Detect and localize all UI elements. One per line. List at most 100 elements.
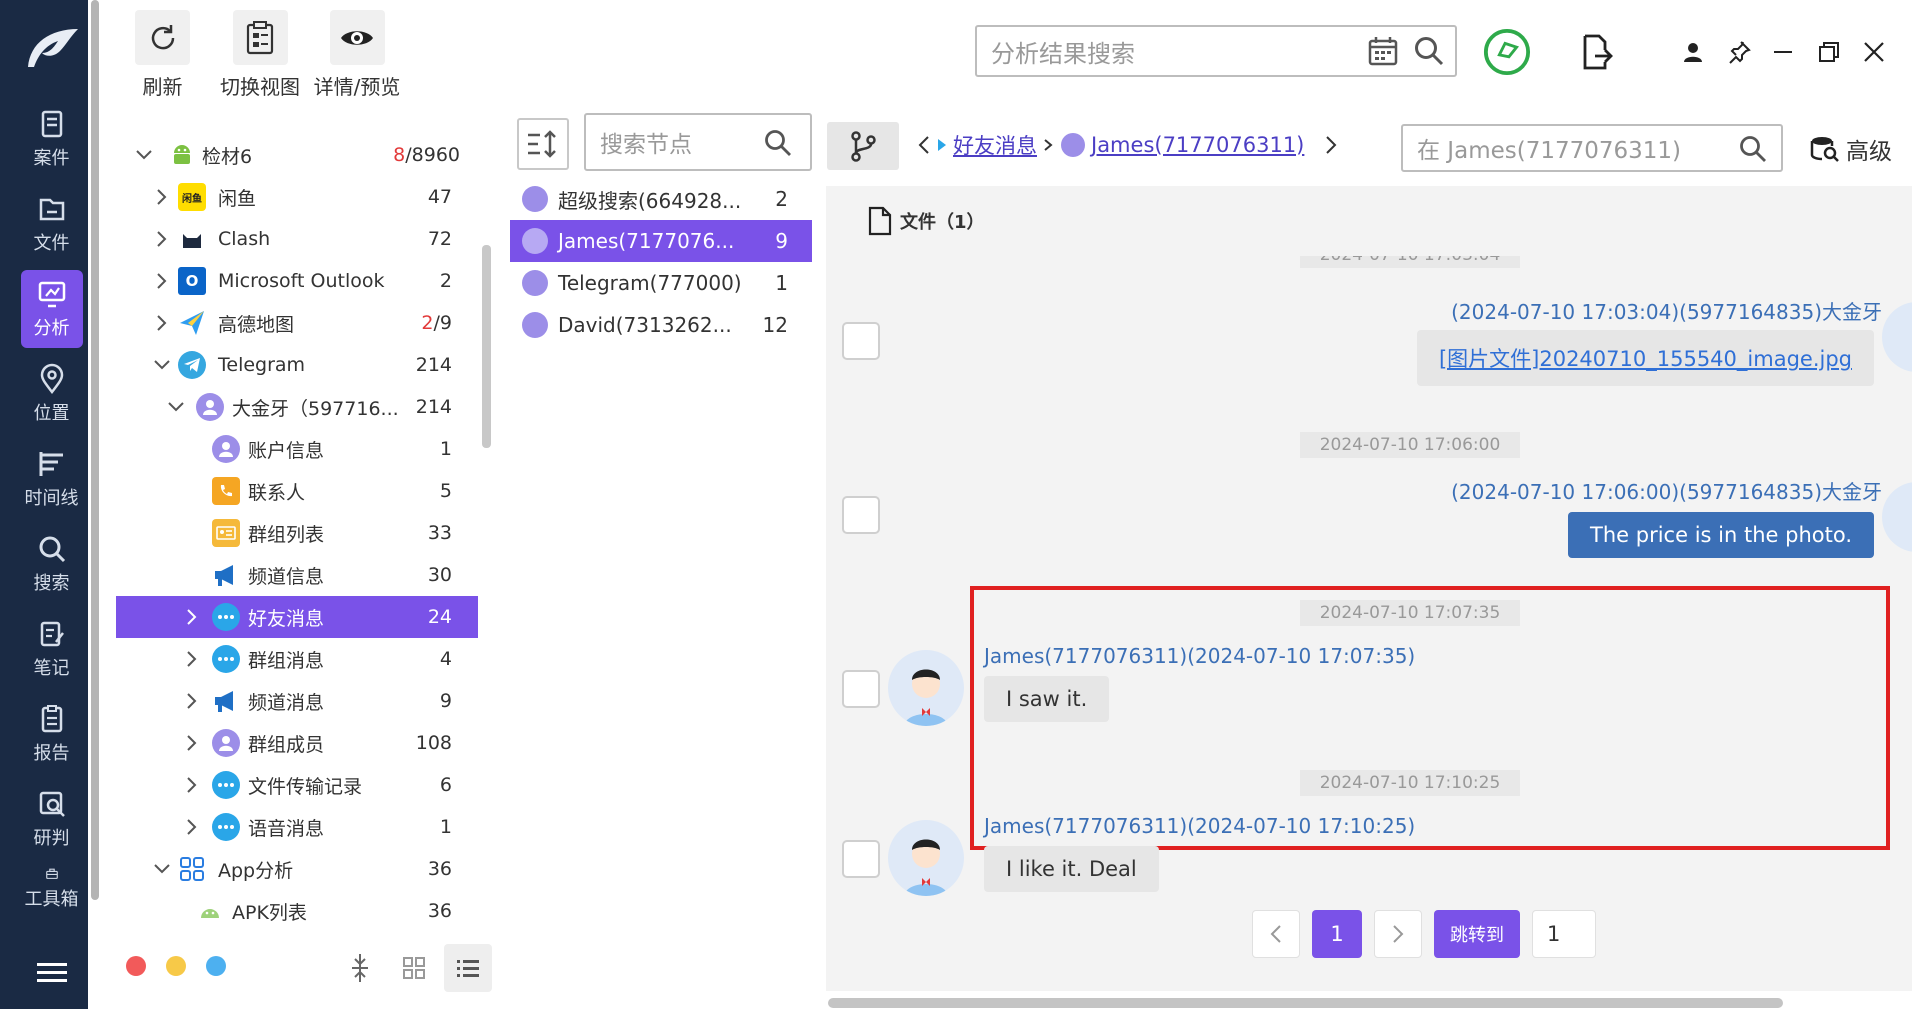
minimize-button[interactable] (1759, 28, 1807, 76)
red-filter-dot[interactable] (126, 956, 146, 976)
tree-row-account-info[interactable]: 账户信息 1 (116, 428, 478, 470)
user-button[interactable] (1669, 28, 1717, 76)
advanced-label: 高级 (1846, 139, 1892, 165)
node-item[interactable]: 超级搜索(664928... 2 (510, 178, 812, 220)
message-checkbox[interactable] (842, 322, 880, 360)
chevron-down-icon[interactable] (152, 859, 172, 879)
chat-bubble-icon (212, 645, 240, 673)
close-button[interactable] (1850, 28, 1898, 76)
chevron-down-icon[interactable] (134, 145, 154, 165)
switch-view-button[interactable]: 切换视图 (215, 10, 305, 100)
tree-row-clash[interactable]: Clash 72 (116, 218, 478, 260)
chevron-right-icon[interactable] (182, 649, 202, 669)
blue-filter-dot[interactable] (206, 956, 226, 976)
jump-page-input[interactable]: 1 (1532, 910, 1596, 958)
tree-row-apk-list[interactable]: APK列表 36 (116, 890, 478, 930)
message-checkbox[interactable] (842, 496, 880, 534)
tree-row-channel-info[interactable]: 频道信息 30 (116, 554, 478, 596)
export-button[interactable] (1573, 28, 1621, 76)
tree-row-amap[interactable]: 高德地图 2/9 (116, 302, 478, 344)
tree-row-contacts[interactable]: 联系人 5 (116, 470, 478, 512)
node-item[interactable]: Telegram(777000) 1 (510, 262, 812, 304)
chat-search-placeholder: 在 James(7177076311) (1417, 138, 1682, 164)
node-item-selected[interactable]: James(7177076... 9 (510, 220, 812, 262)
tree-row-root[interactable]: 检材6 8/8960 (116, 134, 478, 176)
node-search-input[interactable]: 搜索节点 (584, 113, 812, 171)
message-list: 2024-07-10 17:03:04 (2024-07-10 17:03:04… (826, 256, 1912, 991)
node-label: 超级搜索(664928... (558, 188, 742, 213)
search-icon[interactable] (1413, 35, 1445, 67)
clipboard-icon (246, 20, 274, 54)
tree-count: 214 (415, 354, 452, 376)
jump-to-button[interactable]: 跳转到 (1434, 910, 1520, 958)
pagination: 1 跳转到 1 (826, 906, 1912, 966)
chevron-right-icon[interactable] (1324, 135, 1338, 155)
pin-button[interactable] (1715, 28, 1763, 76)
user-avatar-icon (212, 435, 240, 463)
chevron-right-icon[interactable] (152, 313, 172, 333)
calendar-icon[interactable] (1367, 35, 1399, 67)
tree-row-friend-messages[interactable]: 好友消息 24 (116, 596, 478, 638)
advanced-search-button[interactable]: 高级 (1810, 132, 1892, 166)
tree-row-voice-messages[interactable]: 语音消息 1 (116, 806, 478, 848)
tree-row-xianyu[interactable]: 闲鱼 闲鱼 47 (116, 176, 478, 218)
node-item[interactable]: David(7313262... 12 (510, 304, 812, 346)
nav-label: 分析 (33, 317, 70, 339)
chevron-right-icon[interactable] (182, 691, 202, 711)
node-label: James(7177076... (558, 229, 735, 253)
tree-row-channel-messages[interactable]: 频道消息 9 (116, 680, 478, 722)
chevron-right-icon[interactable] (182, 775, 202, 795)
chevron-right-icon[interactable] (182, 817, 202, 837)
tree-row-group-members[interactable]: 群组成员 108 (116, 722, 478, 764)
rail-scrollbar[interactable] (88, 0, 103, 1009)
tree-row-telegram[interactable]: Telegram 214 (116, 344, 478, 386)
file-tab-label[interactable]: 文件（1） (900, 208, 985, 234)
image-file-link[interactable]: [图片文件]20240710_155540_image.jpg (1416, 330, 1874, 386)
list-view-icon[interactable] (444, 944, 492, 992)
message-checkbox[interactable] (842, 670, 880, 708)
tree-row-outlook[interactable]: O Microsoft Outlook 2 (116, 260, 478, 302)
sort-button[interactable] (517, 118, 569, 170)
refresh-button[interactable]: 刷新 (135, 10, 190, 100)
tree-scrollbar[interactable] (482, 245, 491, 448)
location-icon (40, 363, 63, 394)
chat-header: 好友消息 James(7177076311) 在 James(717707631… (822, 110, 1920, 182)
prev-page-button[interactable] (1252, 910, 1300, 958)
shield-status-button[interactable] (1483, 28, 1531, 76)
collapse-icon[interactable] (340, 948, 380, 988)
chevron-down-icon[interactable] (152, 355, 172, 375)
breadcrumb-james[interactable]: James(7177076311) (1091, 133, 1304, 157)
breadcrumb: 好友消息 James(7177076311) (917, 130, 1338, 160)
tree-row-file-transfer[interactable]: 文件传输记录 6 (116, 764, 478, 806)
horizontal-scrollbar[interactable] (826, 998, 1912, 1009)
search-icon[interactable] (764, 129, 792, 157)
next-page-button[interactable] (1374, 910, 1422, 958)
chevron-right-icon[interactable] (152, 229, 172, 249)
page-1-button[interactable]: 1 (1312, 910, 1362, 958)
chevron-down-icon[interactable] (166, 397, 186, 417)
chevron-right-icon[interactable] (182, 607, 202, 627)
user-avatar-icon (522, 228, 548, 254)
tree-row-app-analysis[interactable]: App分析 36 (116, 848, 478, 890)
nav-label: 时间线 (24, 487, 79, 509)
tree-label: Clash (218, 228, 271, 250)
grid-view-icon[interactable] (394, 948, 434, 988)
message-checkbox[interactable] (842, 840, 880, 878)
result-search-input[interactable]: 分析结果搜索 (975, 25, 1457, 77)
chevron-right-icon[interactable] (152, 187, 172, 207)
yellow-filter-dot[interactable] (166, 956, 186, 976)
tree-row-account-dajinya[interactable]: 大金牙（597716... 214 (116, 386, 478, 428)
evidence-tree: 检材6 8/8960 闲鱼 闲鱼 47 Clash 72 O Microsoft… (116, 118, 494, 930)
chat-search-input[interactable]: 在 James(7177076311) (1401, 124, 1783, 172)
chevron-right-icon[interactable] (152, 271, 172, 291)
breadcrumb-friend-messages[interactable]: 好友消息 (953, 130, 1037, 160)
search-icon[interactable] (1739, 135, 1767, 163)
tree-row-group-list[interactable]: 群组列表 33 (116, 512, 478, 554)
tree-row-group-messages[interactable]: 群组消息 4 (116, 638, 478, 680)
branch-button[interactable] (827, 122, 899, 170)
restore-button[interactable] (1805, 28, 1853, 76)
details-button[interactable]: 详情/预览 (307, 10, 407, 100)
chevron-left-icon[interactable] (917, 135, 931, 155)
person-avatar-icon (904, 669, 948, 726)
chevron-right-icon[interactable] (182, 733, 202, 753)
